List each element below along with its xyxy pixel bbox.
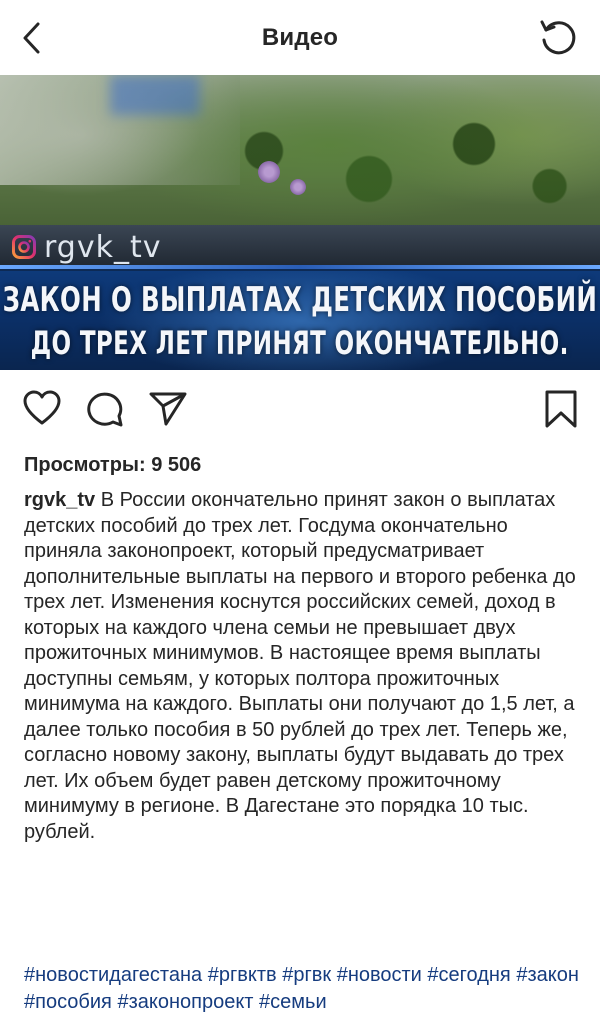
heart-icon [23,390,61,425]
post-caption: rgvk_tv В России окончательно принят зак… [24,488,576,845]
refresh-button[interactable] [538,16,578,58]
hashtag[interactable]: #новости [337,964,422,986]
hashtag[interactable]: #ргвктв [208,964,277,986]
hashtag[interactable]: #закон [516,964,579,986]
send-icon [149,392,187,426]
hashtag[interactable]: #новостидагестана [24,964,202,986]
hashtag[interactable]: #пособия [24,991,112,1013]
like-button[interactable] [22,389,62,427]
bookmark-button[interactable] [544,389,578,429]
hashtag[interactable]: #сегодня [427,964,510,986]
hashtag[interactable]: #законопроект [117,991,253,1013]
comment-button[interactable] [86,389,126,427]
view-count: Просмотры: 9 506 [24,454,202,476]
hashtag[interactable]: #семьи [259,991,327,1013]
caption-text: В России окончательно принят закон о вып… [24,489,576,843]
caption-username[interactable]: rgvk_tv [24,489,95,511]
instagram-icon [12,235,36,259]
page-title: Видео [261,24,339,51]
video-player[interactable]: rgvk_tv ЗАКОН О ВЫПЛАТАХ ДЕТСКИХ ПОСОБИЙ… [0,75,600,370]
hashtag-list: #новостидагестана #ргвктв #ргвк #новости… [24,962,584,1016]
video-handle: rgvk_tv [12,227,162,267]
bookmark-icon [545,390,577,428]
headline-line-2: ДО ТРЕХ ЛЕТ ПРИНЯТ ОКОНЧАТЕЛЬНО. [30,323,570,362]
video-handle-text: rgvk_tv [44,229,162,265]
post-actions-bar [0,370,600,450]
hashtag[interactable]: #ргвк [282,964,331,986]
comment-icon [87,392,123,427]
video-headline-banner: ЗАКОН О ВЫПЛАТАХ ДЕТСКИХ ПОСОБИЙ ДО ТРЕХ… [0,271,600,370]
share-button[interactable] [148,390,188,426]
headline-line-1: ЗАКОН О ВЫПЛАТАХ ДЕТСКИХ ПОСОБИЙ [2,279,598,320]
top-navigation-bar: Видео [0,0,600,75]
refresh-icon [540,20,576,55]
